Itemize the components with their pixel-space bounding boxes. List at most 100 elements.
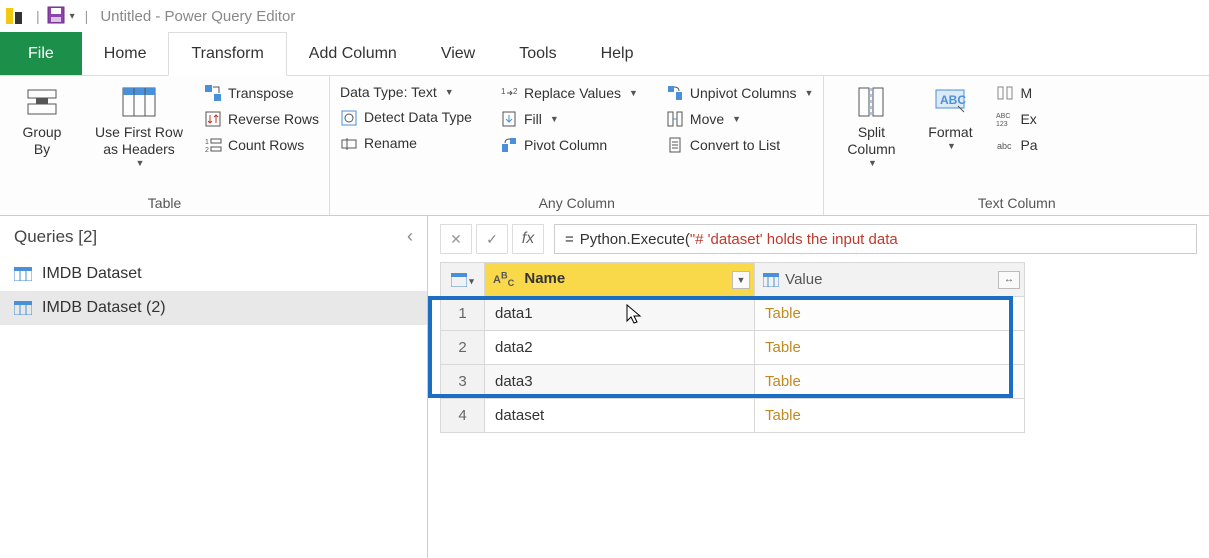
convert-to-list-button[interactable]: Convert to List: [666, 136, 814, 154]
parse-icon: abc: [996, 136, 1014, 154]
unpivot-label: Unpivot Columns: [690, 85, 797, 102]
fill-down-icon: [500, 110, 518, 128]
column-header-name[interactable]: ABC Name ▼: [485, 263, 755, 297]
main-area: Queries [2] ‹ IMDB Dataset IMDB Dataset (…: [0, 216, 1209, 558]
queries-pane: Queries [2] ‹ IMDB Dataset IMDB Dataset (…: [0, 216, 428, 558]
query-item-label: IMDB Dataset (2): [42, 299, 166, 317]
transpose-icon: [204, 84, 222, 102]
data-type-label: Data Type: Text: [340, 84, 437, 101]
formula-call: Python.Execute: [580, 231, 685, 248]
qat-divider: |: [36, 8, 40, 24]
replace-values-button[interactable]: 12 Replace Values ▼: [500, 84, 638, 102]
table-row[interactable]: 2 data2 Table: [441, 331, 1025, 365]
cell-name[interactable]: data3: [485, 365, 755, 399]
count-rows-button[interactable]: 12 Count Rows: [204, 136, 319, 154]
tab-file[interactable]: File: [0, 32, 82, 75]
formula-commit-button[interactable]: ✓: [476, 224, 508, 254]
svg-text:ABC: ABC: [940, 93, 966, 107]
extract-label: Ex: [1020, 111, 1036, 128]
merge-label: M: [1020, 85, 1032, 102]
formula-cancel-button[interactable]: ✕: [440, 224, 472, 254]
column-filter-icon[interactable]: ▼: [732, 271, 750, 289]
svg-text:123: 123: [996, 121, 1008, 128]
group-by-label: Group By: [23, 124, 62, 158]
reverse-rows-button[interactable]: Reverse Rows: [204, 110, 319, 128]
reverse-rows-icon: [204, 110, 222, 128]
reverse-rows-label: Reverse Rows: [228, 111, 319, 128]
svg-text:2: 2: [513, 87, 518, 96]
expand-column-icon[interactable]: ↔: [998, 271, 1020, 289]
tab-view[interactable]: View: [419, 32, 497, 75]
query-item[interactable]: IMDB Dataset: [0, 257, 427, 291]
queries-header: Queries [2] ‹: [0, 216, 427, 257]
collapse-pane-icon[interactable]: ‹: [407, 226, 413, 247]
chevron-down-icon: ▼: [136, 158, 145, 169]
table-icon: [14, 267, 32, 281]
detect-data-type-button[interactable]: Detect Data Type: [340, 109, 472, 127]
cell-value[interactable]: Table: [755, 399, 1025, 433]
format-button[interactable]: ABC Format ▼: [918, 80, 982, 152]
column-value-label: Value: [785, 271, 822, 288]
query-item[interactable]: IMDB Dataset (2): [0, 291, 427, 325]
ribbon: Group By Use First Row as Headers ▼ Tran…: [0, 76, 1209, 216]
cell-value[interactable]: Table: [755, 297, 1025, 331]
formula-bar: ✕ ✓ fx = Python.Execute ( "# 'dataset' h…: [428, 216, 1209, 262]
cell-name[interactable]: data2: [485, 331, 755, 365]
data-type-button[interactable]: Data Type: Text ▼: [340, 84, 472, 101]
chevron-down-icon: ▼: [868, 158, 877, 169]
tab-transform[interactable]: Transform: [168, 32, 286, 76]
group-by-button[interactable]: Group By: [10, 80, 74, 158]
rename-button[interactable]: Rename: [340, 135, 472, 153]
table-row[interactable]: 1 data1 Table: [441, 297, 1025, 331]
title-bar: | ▾ | Untitled - Power Query Editor: [0, 0, 1209, 32]
unpivot-icon: [666, 84, 684, 102]
tab-tools[interactable]: Tools: [497, 32, 578, 75]
tab-home[interactable]: Home: [82, 32, 169, 75]
merge-columns-button[interactable]: M: [996, 84, 1037, 102]
extract-button[interactable]: ABC123 Ex: [996, 110, 1037, 128]
formula-fx-button[interactable]: fx: [512, 224, 544, 254]
table-row[interactable]: 3 data3 Table: [441, 365, 1025, 399]
data-grid: ▾ ABC Name ▼ Value ↔: [440, 262, 1025, 433]
grid-corner[interactable]: ▾: [441, 263, 485, 297]
svg-text:ABC: ABC: [996, 113, 1010, 120]
app-name: Power Query Editor: [165, 8, 296, 25]
format-label: Format: [928, 124, 972, 141]
table-row[interactable]: 4 dataset Table: [441, 399, 1025, 433]
cell-value[interactable]: Table: [755, 365, 1025, 399]
tab-add-column[interactable]: Add Column: [287, 32, 419, 75]
cell-name[interactable]: dataset: [485, 399, 755, 433]
svg-text:1: 1: [205, 139, 209, 146]
split-column-button[interactable]: Split Column ▼: [834, 80, 908, 168]
unpivot-columns-button[interactable]: Unpivot Columns ▼: [666, 84, 814, 102]
rename-icon: [340, 135, 358, 153]
window-title: Untitled - Power Query Editor: [100, 8, 295, 25]
group-by-icon: [24, 84, 60, 120]
rename-label: Rename: [364, 135, 417, 152]
transpose-label: Transpose: [228, 85, 294, 102]
fill-button[interactable]: Fill ▼: [500, 110, 638, 128]
cell-name[interactable]: data1: [485, 297, 755, 331]
chevron-down-icon: ▼: [805, 88, 814, 99]
column-header-value[interactable]: Value ↔: [755, 263, 1025, 297]
svg-text:abc: abc: [997, 141, 1012, 151]
replace-label: Replace Values: [524, 85, 621, 102]
ribbon-group-table-label: Table: [10, 192, 319, 213]
text-type-icon: ABC: [493, 274, 514, 286]
use-first-row-button[interactable]: Use First Row as Headers ▼: [84, 80, 194, 168]
transpose-button[interactable]: Transpose: [204, 84, 319, 102]
chevron-down-icon: ▼: [732, 114, 741, 125]
qat-dropdown-icon[interactable]: ▾: [70, 11, 75, 22]
query-item-label: IMDB Dataset: [42, 265, 142, 283]
detect-label: Detect Data Type: [364, 109, 472, 126]
cell-value[interactable]: Table: [755, 331, 1025, 365]
save-icon[interactable]: [46, 5, 66, 28]
count-rows-icon: 12: [204, 136, 222, 154]
parse-button[interactable]: abc Pa: [996, 136, 1037, 154]
pivot-column-button[interactable]: Pivot Column: [500, 136, 638, 154]
ribbon-group-table: Group By Use First Row as Headers ▼ Tran…: [0, 76, 330, 215]
formula-input[interactable]: = Python.Execute ( "# 'dataset' holds th…: [554, 224, 1197, 254]
tab-help[interactable]: Help: [579, 32, 656, 75]
move-button[interactable]: Move ▼: [666, 110, 814, 128]
ribbon-group-text-column-label: Text Column: [834, 192, 1199, 213]
